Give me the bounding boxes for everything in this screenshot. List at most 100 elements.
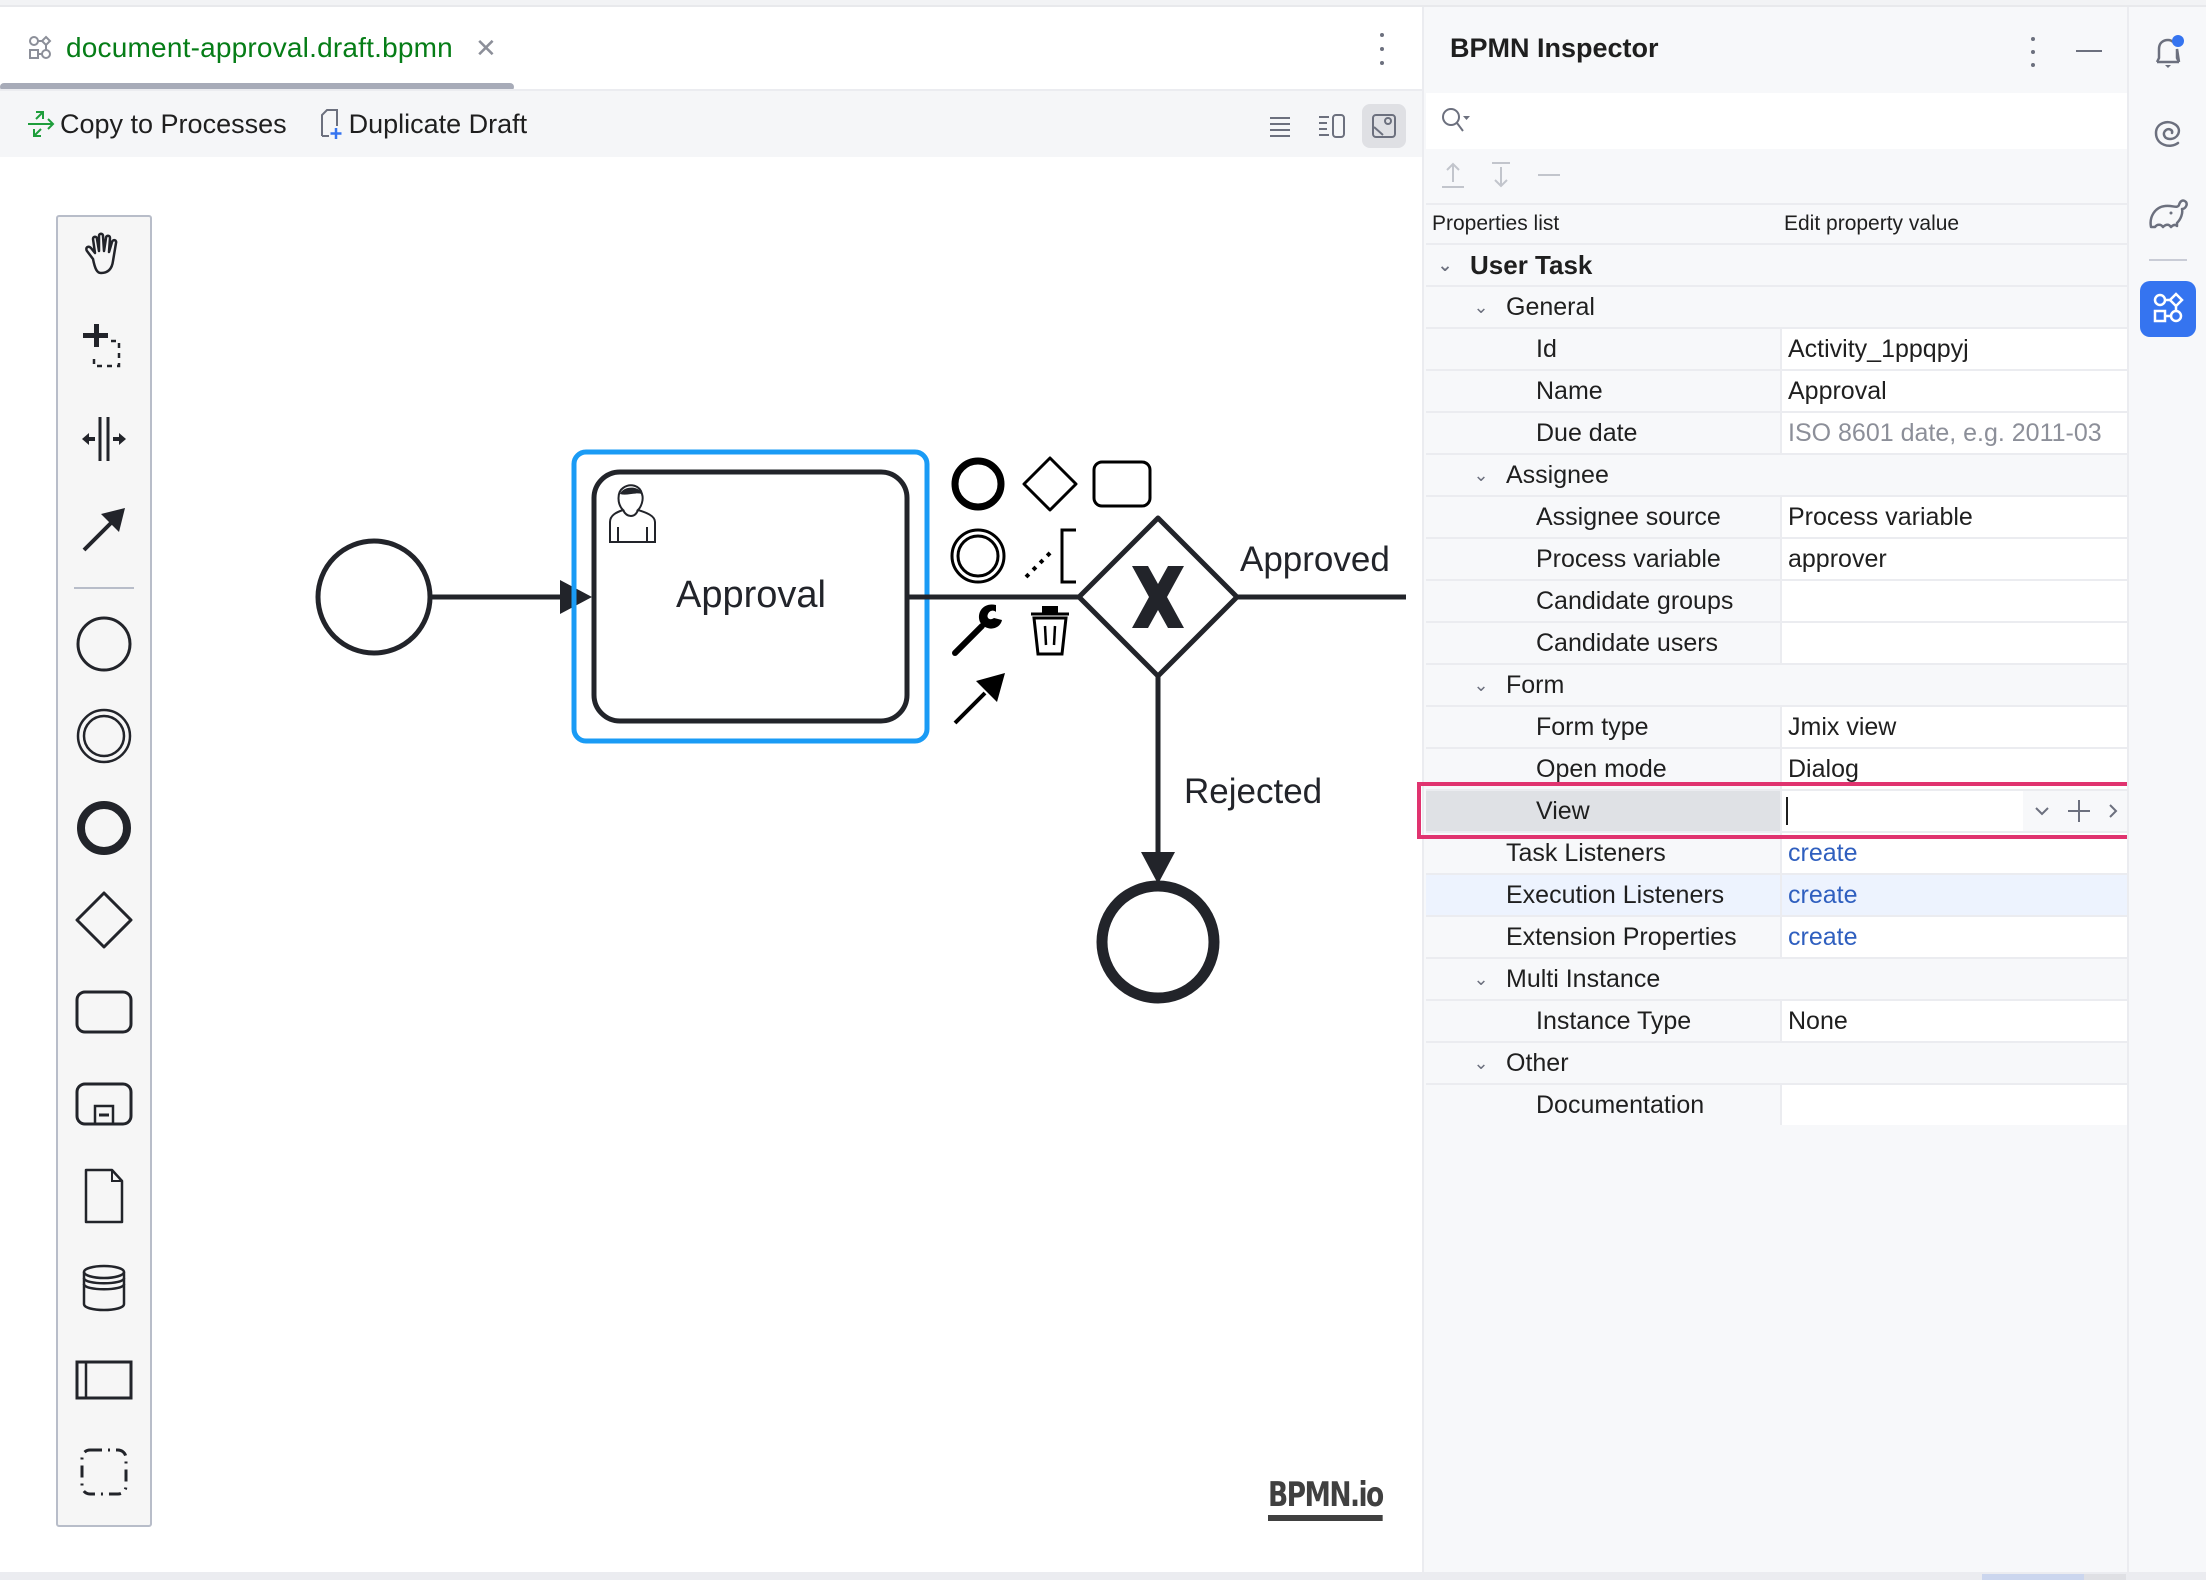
- rejected-label[interactable]: Rejected: [1184, 772, 1322, 811]
- create-data-object[interactable]: [58, 1161, 150, 1231]
- append-end-event-button[interactable]: [951, 457, 1005, 511]
- horizontal-scrollbar-thumb[interactable]: [1982, 1574, 2084, 1580]
- create-link[interactable]: create: [1780, 833, 2129, 873]
- create-end-event[interactable]: [58, 793, 150, 863]
- gradle-button[interactable]: [2140, 185, 2196, 241]
- search-input[interactable]: [1482, 107, 2129, 135]
- text-view-button[interactable]: [1258, 104, 1302, 148]
- property-name[interactable]: ⌄ User Task: [1426, 245, 1592, 285]
- property-row-assignee-source[interactable]: Assignee source Process variable: [1426, 495, 2129, 537]
- more-options-icon[interactable]: [2028, 37, 2038, 67]
- create-gateway[interactable]: [58, 885, 150, 955]
- property-row-documentation[interactable]: Documentation: [1426, 1083, 2129, 1125]
- property-search[interactable]: [1426, 93, 2129, 149]
- property-name[interactable]: ⌄ Multi Instance: [1426, 959, 1660, 999]
- property-group-assignee[interactable]: ⌄ Assignee: [1426, 453, 2129, 495]
- chevron-down-icon[interactable]: ⌄: [1470, 297, 1492, 318]
- approved-label[interactable]: Approved: [1240, 540, 1390, 579]
- remove-icon[interactable]: [1534, 160, 1564, 190]
- property-value[interactable]: Approval: [1780, 371, 2129, 411]
- property-value[interactable]: Jmix view: [1780, 707, 2129, 747]
- property-name[interactable]: ⌄ General: [1426, 287, 1595, 327]
- end-event[interactable]: [1096, 880, 1220, 1004]
- chevron-down-icon[interactable]: ⌄: [1470, 969, 1492, 990]
- minimize-icon[interactable]: [2076, 50, 2102, 52]
- chevron-down-icon[interactable]: ⌄: [1434, 255, 1456, 276]
- diagram-canvas[interactable]: [0, 157, 1422, 1572]
- property-name[interactable]: ⌄ Assignee: [1426, 455, 1608, 495]
- lasso-tool[interactable]: [58, 312, 150, 382]
- property-row-form-type[interactable]: Form type Jmix view: [1426, 705, 2129, 747]
- copy-to-processes-button[interactable]: Copy to Processes: [26, 108, 287, 140]
- property-row-process-variable[interactable]: Process variable approver: [1426, 537, 2129, 579]
- property-row-execution-listeners[interactable]: Execution Listeners create: [1426, 873, 2129, 915]
- property-value[interactable]: Process variable: [1780, 497, 2129, 537]
- create-subprocess[interactable]: [58, 1069, 150, 1139]
- property-group-form[interactable]: ⌄ Form: [1426, 663, 2129, 705]
- bpmn-io-logo[interactable]: BPMN.io: [1268, 1477, 1384, 1521]
- property-value-text[interactable]: create: [1788, 881, 1857, 910]
- property-name[interactable]: ⌄ Other: [1426, 1043, 1568, 1083]
- property-value[interactable]: [1780, 581, 2129, 621]
- add-icon[interactable]: [2065, 797, 2093, 825]
- property-row-task-listeners[interactable]: Task Listeners create: [1426, 831, 2129, 873]
- property-group-user-task[interactable]: ⌄ User Task: [1426, 243, 2129, 285]
- property-row-candidate-users[interactable]: Candidate users: [1426, 621, 2129, 663]
- append-task-button[interactable]: [1092, 460, 1152, 508]
- diagram-view-button[interactable]: [1362, 104, 1406, 148]
- property-name[interactable]: ⌄ Form: [1426, 665, 1564, 705]
- create-task[interactable]: [58, 977, 150, 1047]
- duplicate-draft-button[interactable]: Duplicate Draft: [317, 108, 527, 140]
- create-data-store[interactable]: [58, 1253, 150, 1323]
- create-group[interactable]: [58, 1437, 150, 1507]
- chevron-down-icon[interactable]: ⌄: [1470, 465, 1492, 486]
- property-value[interactable]: [1780, 623, 2129, 663]
- bpmn-inspector-button[interactable]: [2140, 281, 2196, 337]
- property-row-extension-properties[interactable]: Extension Properties create: [1426, 915, 2129, 957]
- create-link[interactable]: create: [1780, 917, 2129, 957]
- editor-tab[interactable]: document-approval.draft.bpmn ✕: [0, 7, 514, 89]
- property-row-open-mode[interactable]: Open mode Dialog: [1426, 747, 2129, 789]
- user-task-approval[interactable]: Approval: [591, 469, 910, 724]
- property-row-due-date[interactable]: Due date ISO 8601 date, e.g. 2011-03: [1426, 411, 2129, 453]
- chevron-right-icon[interactable]: [2107, 802, 2119, 820]
- property-group-other[interactable]: ⌄ Other: [1426, 1041, 2129, 1083]
- property-value[interactable]: None: [1780, 1001, 2129, 1041]
- move-up-icon[interactable]: [1438, 160, 1468, 190]
- property-row-instance-type[interactable]: Instance Type None: [1426, 999, 2129, 1041]
- create-intermediate-event[interactable]: [58, 701, 150, 771]
- view-input[interactable]: [1780, 791, 2129, 831]
- split-view-button[interactable]: [1310, 104, 1354, 148]
- create-start-event[interactable]: [58, 609, 150, 679]
- space-tool[interactable]: [58, 404, 150, 474]
- property-group-multi-instance[interactable]: ⌄ Multi Instance: [1426, 957, 2129, 999]
- property-row-view[interactable]: View: [1426, 789, 2129, 831]
- close-icon[interactable]: ✕: [475, 33, 497, 64]
- create-pool[interactable]: [58, 1345, 150, 1415]
- property-value[interactable]: Activity_1ppqpyj: [1780, 329, 2129, 369]
- property-value[interactable]: Dialog: [1780, 749, 2129, 789]
- property-row-candidate-groups[interactable]: Candidate groups: [1426, 579, 2129, 621]
- property-group-general[interactable]: ⌄ General: [1426, 285, 2129, 327]
- ai-assistant-button[interactable]: [2140, 105, 2196, 161]
- property-value[interactable]: approver: [1780, 539, 2129, 579]
- property-value[interactable]: ISO 8601 date, e.g. 2011-03: [1780, 413, 2129, 453]
- notifications-button[interactable]: [2140, 25, 2196, 81]
- global-connect-tool[interactable]: [58, 495, 150, 565]
- create-link[interactable]: create: [1780, 875, 2129, 915]
- palette-separator: [74, 587, 134, 589]
- chevron-down-icon[interactable]: ⌄: [1470, 675, 1492, 696]
- start-event[interactable]: [315, 538, 433, 656]
- move-down-icon[interactable]: [1486, 160, 1516, 190]
- chevron-down-icon[interactable]: ⌄: [1470, 1053, 1492, 1074]
- append-intermediate-event-button[interactable]: [950, 528, 1006, 584]
- hand-tool[interactable]: [58, 219, 150, 289]
- property-row-id[interactable]: Id Activity_1ppqpyj: [1426, 327, 2129, 369]
- more-options-icon[interactable]: [1372, 29, 1392, 69]
- property-value-text[interactable]: create: [1788, 923, 1857, 952]
- property-value[interactable]: [1780, 1085, 2129, 1125]
- append-gateway-button[interactable]: [1022, 456, 1078, 512]
- property-row-name[interactable]: Name Approval: [1426, 369, 2129, 411]
- property-value-text[interactable]: create: [1788, 839, 1857, 868]
- chevron-down-icon[interactable]: [2033, 805, 2051, 817]
